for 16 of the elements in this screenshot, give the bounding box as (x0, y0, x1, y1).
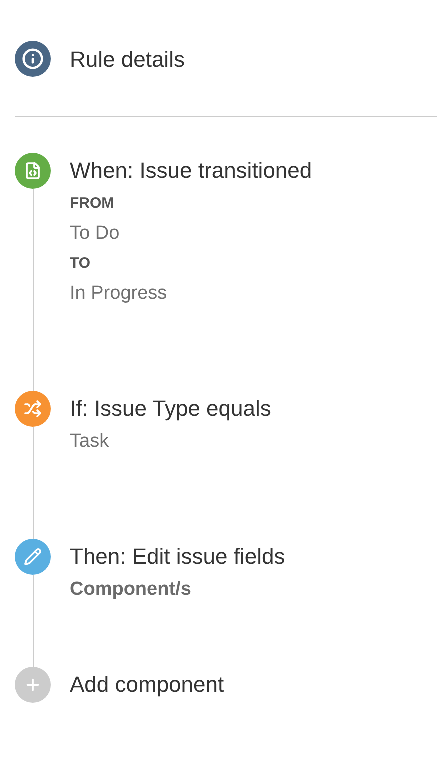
shuffle-icon (15, 391, 51, 427)
detail-value: To Do (70, 222, 121, 246)
step-title: If: Issue Type equals (70, 395, 272, 423)
step-title: When: Issue transitioned (70, 157, 312, 185)
add-component-link[interactable]: Add component (70, 667, 224, 703)
detail-value: Component/s (70, 578, 192, 602)
plus-icon[interactable] (15, 667, 51, 703)
info-icon (15, 41, 51, 77)
file-code-icon (15, 153, 51, 189)
section-title: Rule details (70, 46, 185, 74)
detail-value: Task (70, 430, 110, 454)
pencil-icon (15, 539, 51, 575)
detail-label: TO (70, 254, 92, 274)
step-title: Then: Edit issue fields (70, 543, 286, 571)
detail-value: In Progress (70, 282, 168, 306)
detail-label: FROM (70, 194, 116, 214)
